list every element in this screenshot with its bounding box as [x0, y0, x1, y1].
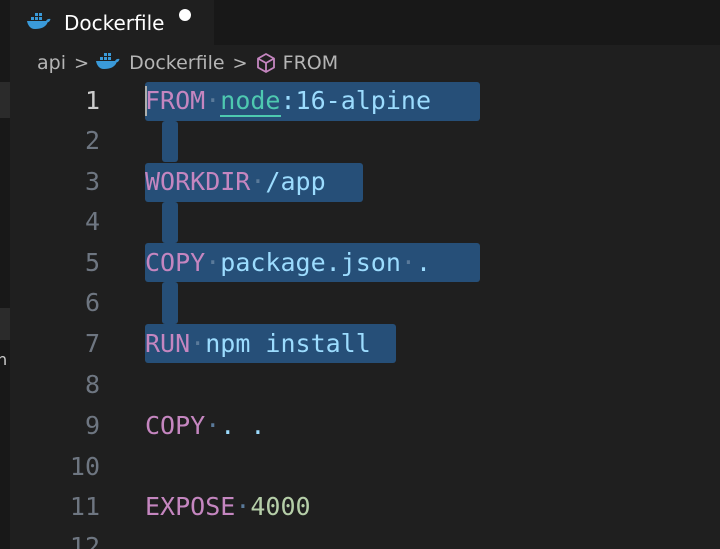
code-line[interactable]: 4: [10, 202, 720, 242]
port-number: 4000: [250, 492, 311, 521]
code-line[interactable]: 10: [10, 447, 720, 487]
argument: .: [415, 248, 432, 277]
tab-bar: Dockerfile: [10, 0, 720, 45]
activity-item[interactable]: [0, 308, 10, 340]
activity-glyph: n: [0, 350, 8, 369]
code-text: COPY·package.json·.: [145, 248, 432, 277]
chevron-right-icon: >: [232, 52, 248, 74]
line-number: 12: [69, 532, 100, 549]
code-text: WORKDIR·/app: [145, 167, 326, 196]
code-line[interactable]: 2: [10, 121, 720, 161]
line-number: 10: [69, 452, 100, 481]
editor-window: n Dockerfile api > Dockerfile > FROM 1 F…: [0, 0, 720, 549]
code-line[interactable]: 6: [10, 283, 720, 323]
tab-title: Dockerfile: [64, 10, 165, 35]
code-line[interactable]: 9 COPY·. .: [10, 406, 720, 446]
code-line[interactable]: 12: [10, 527, 720, 549]
unsaved-indicator[interactable]: [179, 9, 191, 21]
image-tag: :16-alpine: [280, 86, 432, 115]
code-line[interactable]: 1 FROM·node:16-alpine: [10, 81, 720, 121]
line-number: 5: [84, 248, 100, 277]
code-editor[interactable]: 1 FROM·node:16-alpine 2 3 WORKDIR·/app 4…: [10, 81, 720, 549]
line-number: 11: [69, 492, 100, 521]
chevron-right-icon: >: [73, 52, 90, 74]
keyword: COPY: [145, 411, 206, 440]
code-line[interactable]: 5 COPY·package.json·.: [10, 243, 720, 283]
code-text: FROM·node:16-alpine: [145, 86, 432, 117]
argument: . .: [220, 411, 266, 440]
line-number: 4: [84, 207, 100, 236]
code-line[interactable]: 3 WORKDIR·/app: [10, 162, 720, 202]
keyword: WORKDIR: [145, 167, 251, 196]
code-text: RUN·npm install: [145, 329, 371, 358]
code-line[interactable]: 8: [10, 365, 720, 405]
keyword: EXPOSE: [145, 492, 236, 521]
activity-item[interactable]: [0, 82, 10, 118]
line-number: 3: [84, 167, 100, 196]
breadcrumb-symbol[interactable]: FROM: [283, 52, 338, 74]
tab-dockerfile[interactable]: Dockerfile: [10, 0, 214, 45]
line-number: 8: [84, 370, 100, 399]
code-text: COPY·. .: [145, 411, 266, 440]
breadcrumb-folder[interactable]: api: [37, 52, 66, 74]
breadcrumb-file[interactable]: Dockerfile: [129, 52, 224, 74]
keyword: COPY: [145, 248, 206, 277]
symbol-cube-icon: [255, 52, 277, 74]
line-number: 6: [84, 288, 100, 317]
keyword: RUN: [145, 329, 191, 358]
line-number: 7: [84, 329, 100, 358]
docker-icon: [96, 52, 120, 75]
image-name: node: [220, 86, 281, 117]
argument: npm install: [205, 329, 371, 358]
activity-strip: n: [0, 0, 10, 549]
keyword: FROM: [145, 86, 206, 115]
line-number: 1: [84, 86, 100, 115]
breadcrumb: api > Dockerfile > FROM: [10, 45, 720, 81]
argument: /app: [265, 167, 326, 196]
docker-icon: [27, 12, 51, 34]
code-text: EXPOSE·4000: [145, 492, 311, 521]
line-number: 9: [84, 411, 100, 440]
line-number: 2: [84, 126, 100, 155]
code-line[interactable]: 7 RUN·npm install: [10, 324, 720, 364]
code-line[interactable]: 11 EXPOSE·4000: [10, 487, 720, 527]
argument: package.json: [220, 248, 401, 277]
